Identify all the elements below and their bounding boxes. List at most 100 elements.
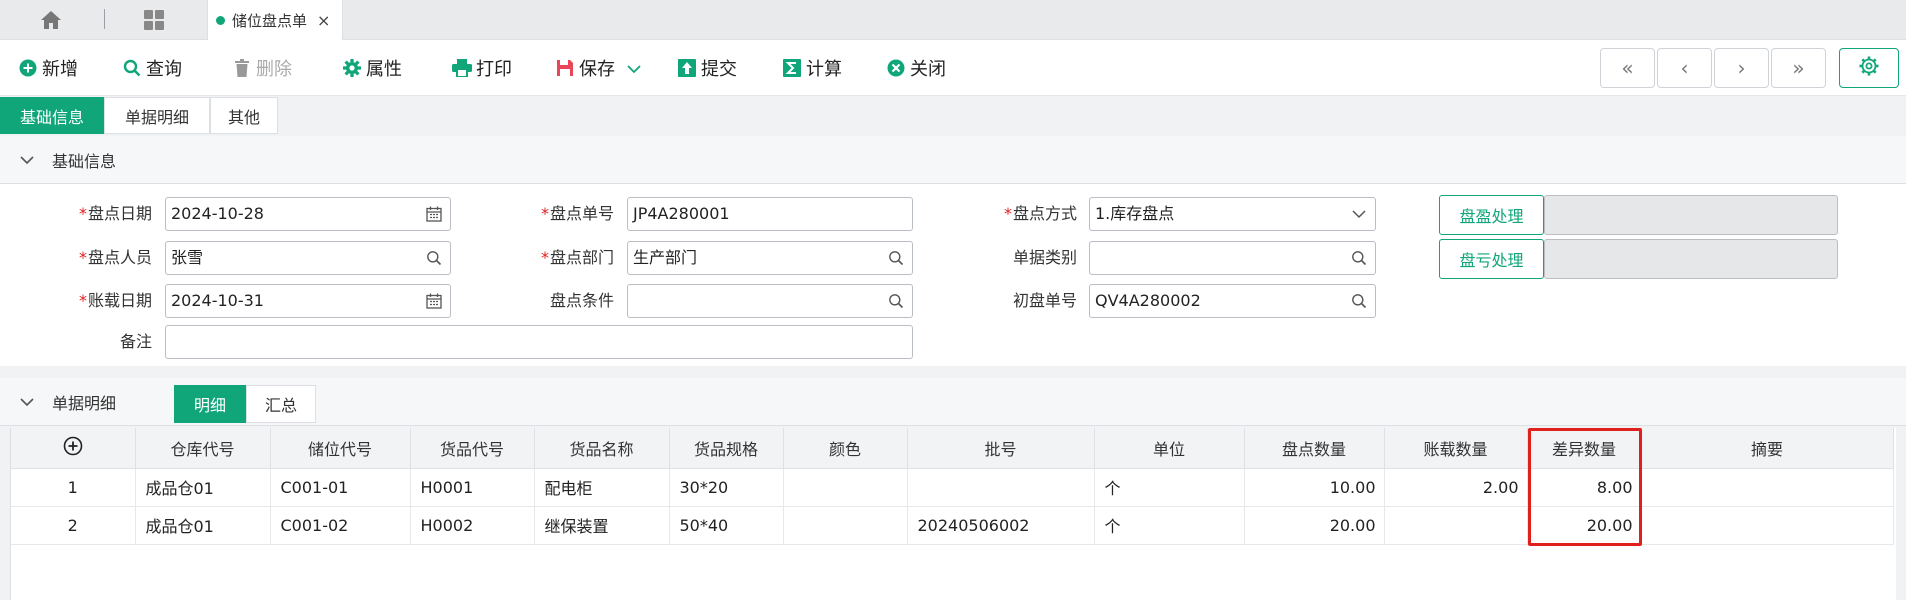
properties-button[interactable]: 属性 bbox=[342, 54, 402, 82]
first-record-button[interactable]: « bbox=[1600, 48, 1655, 88]
apps-grid-icon[interactable] bbox=[141, 7, 167, 33]
close-icon[interactable]: × bbox=[317, 11, 330, 30]
search-icon[interactable] bbox=[426, 250, 442, 266]
book-date-field[interactable]: 2024-10-31 bbox=[165, 284, 451, 318]
floppy-icon bbox=[555, 58, 575, 78]
check-method-select[interactable]: 1.库存盘点 bbox=[1089, 197, 1376, 231]
tab-strip: 储位盘点单 × bbox=[0, 0, 1906, 40]
settings-button[interactable] bbox=[1839, 48, 1899, 88]
tab-detail[interactable]: 明细 bbox=[174, 385, 246, 423]
remark-label: 备注 bbox=[119, 332, 152, 351]
search-icon[interactable] bbox=[888, 293, 904, 309]
batch-cell[interactable]: 20240506002 bbox=[907, 506, 1095, 545]
column-header[interactable]: 盘点数量 bbox=[1244, 428, 1385, 469]
surplus-process-button[interactable]: 盘盈处理 bbox=[1439, 195, 1544, 235]
column-header[interactable]: 单位 bbox=[1094, 428, 1245, 469]
item-code-cell[interactable]: H0002 bbox=[410, 506, 535, 545]
home-icon[interactable] bbox=[38, 7, 64, 33]
column-header[interactable]: 摘要 bbox=[1641, 428, 1894, 469]
print-button[interactable]: 打印 bbox=[452, 54, 512, 82]
column-header[interactable]: 货品代号 bbox=[410, 428, 535, 469]
plus-circle-icon[interactable] bbox=[63, 436, 83, 460]
column-header[interactable]: 仓库代号 bbox=[135, 428, 271, 469]
check-qty-cell[interactable]: 20.00 bbox=[1244, 506, 1385, 545]
batch-cell[interactable] bbox=[907, 468, 1095, 507]
check-dept-field[interactable]: 生产部门 bbox=[627, 241, 913, 275]
summary-cell[interactable] bbox=[1641, 506, 1894, 545]
next-record-button[interactable]: › bbox=[1714, 48, 1769, 88]
color-cell[interactable] bbox=[783, 468, 908, 507]
check-qty-cell[interactable]: 10.00 bbox=[1244, 468, 1385, 507]
column-header[interactable]: 储位代号 bbox=[270, 428, 411, 469]
tab-summary[interactable]: 汇总 bbox=[246, 385, 316, 423]
tab-document-detail[interactable]: 单据明细 bbox=[104, 97, 210, 134]
remark-field[interactable] bbox=[165, 325, 913, 359]
close-button[interactable]: 关闭 bbox=[886, 54, 946, 82]
add-row-cell[interactable] bbox=[11, 428, 136, 469]
section-title: 单据明细 bbox=[52, 394, 117, 413]
table-row[interactable]: 1 成品仓01 C001-01 H0001 配电柜 30*20 个 10.00 … bbox=[11, 468, 1894, 507]
item-code-cell[interactable]: H0001 bbox=[410, 468, 535, 507]
column-header[interactable]: 颜色 bbox=[783, 428, 908, 469]
submit-button[interactable]: 提交 bbox=[677, 54, 737, 82]
search-icon[interactable] bbox=[888, 250, 904, 266]
diff-qty-cell[interactable]: 20.00 bbox=[1527, 506, 1642, 545]
search-icon[interactable] bbox=[1351, 293, 1367, 309]
search-icon bbox=[122, 58, 142, 78]
calendar-icon[interactable] bbox=[426, 206, 442, 222]
check-date-field[interactable]: 2024-10-28 bbox=[165, 197, 451, 231]
item-name-cell[interactable]: 配电柜 bbox=[534, 468, 670, 507]
deficit-process-button[interactable]: 盘亏处理 bbox=[1439, 239, 1544, 279]
delete-button[interactable]: 删除 bbox=[232, 54, 292, 82]
gear-icon bbox=[1858, 55, 1880, 81]
spec-cell[interactable]: 50*40 bbox=[669, 506, 784, 545]
checker-field[interactable]: 张雪 bbox=[165, 241, 451, 275]
basic-info-header[interactable]: 基础信息 bbox=[0, 136, 1906, 184]
tab-other[interactable]: 其他 bbox=[210, 97, 278, 134]
column-header[interactable]: 货品规格 bbox=[669, 428, 784, 469]
detail-toggle[interactable]: 单据明细 bbox=[0, 378, 116, 426]
warehouse-cell[interactable]: 成品仓01 bbox=[135, 506, 271, 545]
save-button[interactable]: 保存 bbox=[555, 54, 641, 82]
summary-cell[interactable] bbox=[1641, 468, 1894, 507]
book-qty-cell[interactable] bbox=[1384, 506, 1528, 545]
check-no-field[interactable]: JP4A280001 bbox=[627, 197, 913, 231]
submit-label: 提交 bbox=[701, 59, 737, 80]
color-cell[interactable] bbox=[783, 506, 908, 545]
doc-type-label: 单据类别 bbox=[1012, 248, 1077, 267]
location-cell[interactable]: C001-02 bbox=[270, 506, 411, 545]
query-button[interactable]: 查询 bbox=[122, 54, 182, 82]
item-name-cell[interactable]: 继保装置 bbox=[534, 506, 670, 545]
unit-cell[interactable]: 个 bbox=[1094, 506, 1245, 545]
check-cond-field[interactable] bbox=[627, 284, 913, 318]
column-header[interactable]: 差异数量 bbox=[1527, 428, 1642, 469]
book-qty-cell[interactable]: 2.00 bbox=[1384, 468, 1528, 507]
check-no-label: *盘点单号 bbox=[540, 204, 614, 223]
unit-cell[interactable]: 个 bbox=[1094, 468, 1245, 507]
add-button[interactable]: 新增 bbox=[18, 54, 78, 82]
table-row[interactable]: 2 成品仓01 C001-02 H0002 继保装置 50*40 2024050… bbox=[11, 506, 1894, 545]
save-label: 保存 bbox=[579, 59, 615, 80]
location-cell[interactable]: C001-01 bbox=[270, 468, 411, 507]
spec-cell[interactable]: 30*20 bbox=[669, 468, 784, 507]
doc-type-field[interactable] bbox=[1089, 241, 1376, 275]
tab-basic-info[interactable]: 基础信息 bbox=[0, 97, 104, 134]
first-check-no-field[interactable]: QV4A280002 bbox=[1089, 284, 1376, 318]
section-title: 基础信息 bbox=[52, 151, 117, 171]
printer-icon bbox=[452, 58, 472, 78]
chevron-down-icon[interactable] bbox=[1351, 206, 1367, 222]
column-header[interactable]: 批号 bbox=[907, 428, 1095, 469]
search-icon[interactable] bbox=[1351, 250, 1367, 266]
column-header[interactable]: 货品名称 bbox=[534, 428, 670, 469]
calendar-icon[interactable] bbox=[426, 293, 442, 309]
prev-record-button[interactable]: ‹ bbox=[1657, 48, 1712, 88]
tab-inventory-check[interactable]: 储位盘点单 × bbox=[207, 0, 343, 40]
diff-qty-cell[interactable]: 8.00 bbox=[1527, 468, 1642, 507]
book-date-label: *账载日期 bbox=[78, 291, 152, 310]
basic-info-form: *盘点日期 2024-10-28 *盘点单号 JP4A280001 *盘点方式 … bbox=[0, 184, 1906, 366]
last-record-button[interactable]: » bbox=[1771, 48, 1826, 88]
warehouse-cell[interactable]: 成品仓01 bbox=[135, 468, 271, 507]
chevron-down-icon[interactable] bbox=[627, 58, 641, 79]
column-header[interactable]: 账载数量 bbox=[1384, 428, 1528, 469]
calculate-button[interactable]: 计算 bbox=[782, 54, 842, 82]
